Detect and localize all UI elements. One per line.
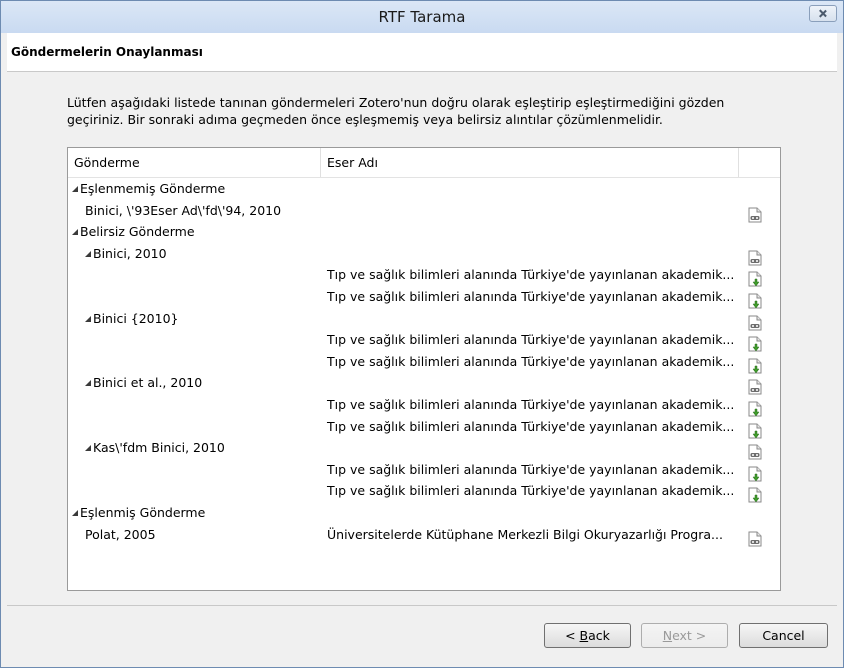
citation-label: Polat, 2005 [85,527,156,542]
citation-text: Binici, \'93Eser Ad\'fd\'94, 2010 [85,202,282,218]
work-title: Tıp ve sağlık bilimleri alanında Türkiye… [327,397,735,412]
work-title: Tıp ve sağlık bilimleri alanında Türkiye… [327,461,735,477]
citation-text: Eşlenmiş Gönderme [80,505,206,520]
cancel-button[interactable]: Cancel [739,623,828,648]
page-title: Göndermelerin Onaylanması [11,45,203,59]
add-item-icon[interactable] [748,487,762,503]
work-title: Tıp ve sağlık bilimleri alanında Türkiye… [327,353,735,369]
expand-arrow-icon[interactable] [72,186,78,192]
add-item-icon[interactable] [748,336,762,352]
tree-citation-row[interactable]: Binici {2010} [68,309,780,331]
expand-arrow-icon[interactable] [85,380,91,387]
column-header-work[interactable]: Eser Adı [327,155,378,170]
expand-arrow-icon[interactable] [72,510,78,516]
close-button[interactable] [809,5,837,22]
column-separator [738,148,739,177]
back-mnemonic: B [579,628,589,643]
instructions-text: Lütfen aşağıdaki listede tanınan gönderm… [67,95,725,127]
tree-citation-row[interactable]: Binici, \'93Eser Ad\'fd\'94, 2010 [68,201,780,223]
tree-group-row[interactable]: Eşlenmiş Gönderme [68,503,780,524]
add-item-icon[interactable] [748,401,762,417]
citation-text: Eşlenmemiş Gönderme [80,181,226,196]
citation-text: Kas\'fdm Binici, 2010 [93,440,225,456]
citation-label: Binici, 2010 [85,246,167,261]
wizard-content: Lütfen aşağıdaki listede tanınan gönderm… [7,72,837,606]
citation-icon[interactable] [748,531,762,547]
footer-divider [7,605,837,606]
citation-label: Eşlenmemiş Gönderme [72,181,225,196]
window-title: RTF Tarama [378,8,466,26]
citation-label: Binici, \'93Eser Ad\'fd\'94, 2010 [85,203,281,218]
citations-tree[interactable]: Gönderme Eser Adı Eşlenmemiş Gönderme Bin… [67,147,781,591]
add-item-icon[interactable] [748,466,762,482]
work-title: Üniversitelerde Kütüphane Merkezli Bilgi… [327,526,723,542]
citation-text: Binici, 2010 [93,245,167,261]
expand-arrow-icon[interactable] [85,315,91,322]
tree-match-row[interactable]: Tıp ve sağlık bilimleri alanında Türkiye… [68,287,780,309]
citation-label: Eşlenmiş Gönderme [72,505,205,520]
expand-arrow-icon[interactable] [85,250,91,257]
tree-citation-row[interactable]: Kas\'fdm Binici, 2010 [68,438,780,460]
citation-text: Binici et al., 2010 [93,375,203,391]
tree-citation-row[interactable]: Binici et al., 2010 [68,373,780,395]
citation-text: Binici {2010} [93,310,179,326]
back-prefix: < [565,628,580,643]
work-title: Tıp ve sağlık bilimleri alanında Türkiye… [327,418,735,434]
column-separator [320,148,321,177]
add-item-icon[interactable] [748,423,762,439]
add-item-icon[interactable] [748,271,762,287]
work-title: Tıp ve sağlık bilimleri alanında Türkiye… [327,483,735,499]
tree-match-row[interactable]: Tıp ve sağlık bilimleri alanında Türkiye… [68,395,780,417]
wizard-header: Göndermelerin Onaylanması [7,33,837,72]
tree-match-row[interactable]: Tıp ve sağlık bilimleri alanında Türkiye… [68,417,780,439]
tree-group-row[interactable]: Eşlenmemiş Gönderme [68,179,780,200]
citation-icon[interactable] [748,315,762,331]
tree-header: Gönderme Eser Adı [68,148,780,178]
add-item-icon[interactable] [748,293,762,309]
next-button[interactable]: Next > [641,623,728,648]
add-item-icon[interactable] [748,358,762,374]
citation-icon[interactable] [748,379,762,395]
tree-match-row[interactable]: Tıp ve sağlık bilimleri alanında Türkiye… [68,481,780,503]
expand-arrow-icon[interactable] [72,229,78,236]
tree-match-row[interactable]: Tıp ve sağlık bilimleri alanında Türkiye… [68,460,780,482]
citation-icon[interactable] [748,207,762,223]
citation-label: Binici et al., 2010 [85,375,202,390]
citation-label: Kas\'fdm Binici, 2010 [85,440,225,455]
work-title: Tıp ve sağlık bilimleri alanında Türkiye… [327,289,735,304]
tree-citation-row[interactable]: Binici, 2010 [68,244,780,266]
column-header-citation[interactable]: Gönderme [74,155,140,170]
citation-icon[interactable] [748,444,762,460]
back-button[interactable]: < Back [544,623,631,648]
work-title: Tıp ve sağlık bilimleri alanında Türkiye… [327,332,735,348]
tree-match-row[interactable]: Tıp ve sağlık bilimleri alanında Türkiye… [68,330,780,352]
citation-icon[interactable] [748,250,762,266]
expand-arrow-icon[interactable] [85,445,91,452]
tree-match-row[interactable]: Tıp ve sağlık bilimleri alanında Türkiye… [68,352,780,374]
title-bar: RTF Tarama [1,1,843,33]
tree-group-row[interactable]: Belirsiz Gönderme [68,222,780,243]
work-title: Tıp ve sağlık bilimleri alanında Türkiye… [327,267,735,283]
citation-text: Belirsiz Gönderme [80,224,195,240]
back-label: ack [588,628,610,643]
next-mnemonic: N [662,628,673,643]
tree-match-row[interactable]: Tıp ve sağlık bilimleri alanında Türkiye… [68,265,780,287]
rtf-scan-dialog: RTF Tarama Göndermelerin Onaylanması Lüt… [0,0,844,668]
citation-label: Binici {2010} [85,311,178,326]
citation-label: Belirsiz Gönderme [72,224,195,239]
tree-citation-row[interactable]: Polat, 2005 Üniversitelerde Kütüphane Mer… [68,525,780,547]
next-label: ext > [672,628,707,643]
citation-text: Polat, 2005 [85,526,156,542]
